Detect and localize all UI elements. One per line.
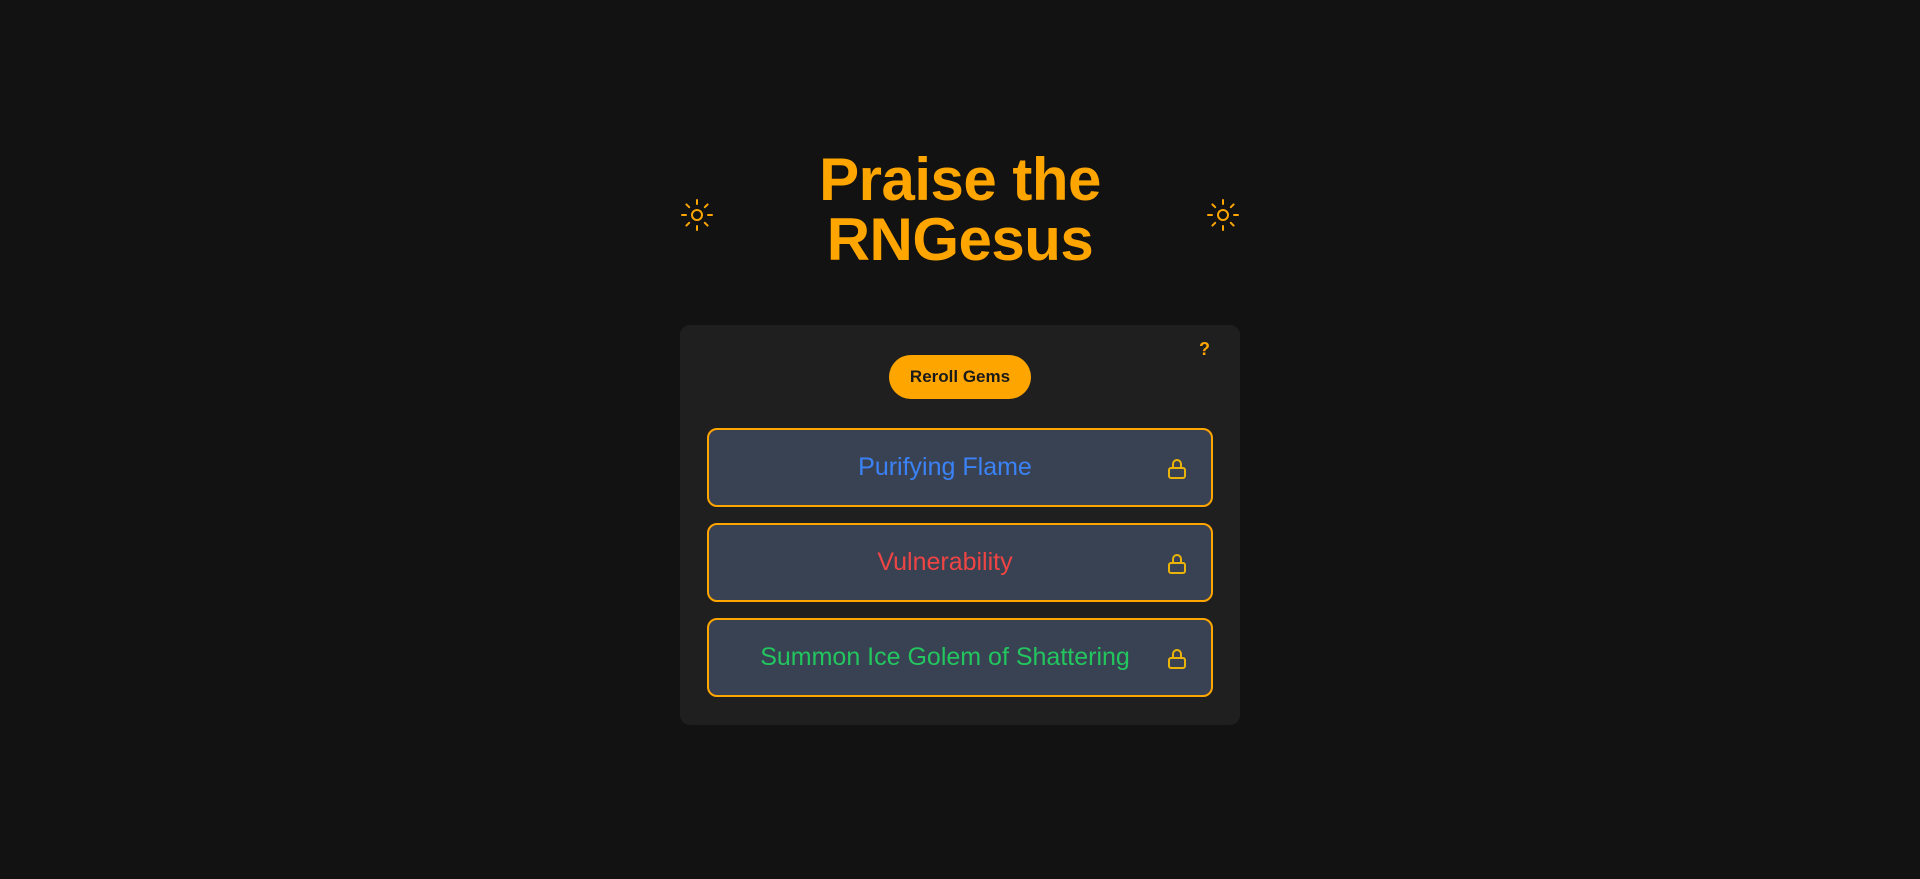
gem-name: Vulnerability xyxy=(877,548,1013,576)
help-button[interactable]: ? xyxy=(1199,339,1210,360)
lock-icon[interactable] xyxy=(1165,647,1189,671)
header: Praise the RNGesus xyxy=(680,150,1240,280)
lock-icon[interactable] xyxy=(1165,457,1189,481)
title-line-2: RNGesus xyxy=(826,206,1094,273)
gem-slot[interactable]: Vulnerability xyxy=(707,523,1213,602)
gem-name: Summon Ice Golem of Shattering xyxy=(760,643,1130,671)
reroll-gems-button[interactable]: Reroll Gems xyxy=(889,355,1031,399)
gem-panel: ? Reroll Gems Purifying Flame Vulnerabil… xyxy=(680,325,1240,725)
title-line-1: Praise the xyxy=(819,146,1101,213)
gem-name: Purifying Flame xyxy=(858,453,1032,481)
gem-slot[interactable]: Summon Ice Golem of Shattering xyxy=(707,618,1213,697)
page-title: Praise the RNGesus xyxy=(720,150,1200,270)
sun-icon xyxy=(680,198,714,232)
gem-slot[interactable]: Purifying Flame xyxy=(707,428,1213,507)
lock-icon[interactable] xyxy=(1165,552,1189,576)
sun-icon xyxy=(1206,198,1240,232)
